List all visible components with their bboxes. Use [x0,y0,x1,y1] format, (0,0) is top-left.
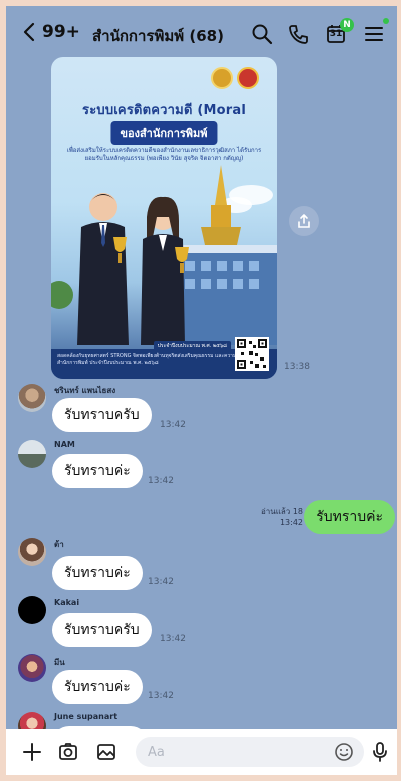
sender-name: มีน [54,658,65,667]
sender-name: ชรินทร์ แพนไธสง [54,386,116,395]
message-time: 13:42 [160,420,186,430]
search-icon [252,24,273,45]
sender-name: ต้า [54,540,64,549]
add-button[interactable] [20,740,44,764]
qr-code-icon [235,337,269,371]
message-time: 13:42 [148,476,174,486]
message-time: 13:42 [148,577,174,587]
avatar[interactable] [18,596,46,624]
image-icon [97,744,115,760]
sender-name: NAM [54,440,75,449]
camera-icon [59,743,77,760]
message-bubble[interactable]: รับทราบครับ [52,398,152,432]
chat-header: 99+ สำนักการพิมพ์ (68) 31 N [6,6,397,62]
poster-subtitle: ของสำนักการพิมพ์ [110,121,218,145]
phone-icon [289,25,308,44]
menu-button[interactable] [362,18,389,46]
camera-button[interactable] [56,740,80,764]
chevron-left-icon [23,22,35,42]
calendar-badge: N [340,18,354,32]
message-time: 13:42 [279,518,303,527]
back-button[interactable]: 99+ [22,22,80,42]
message-input[interactable] [136,737,364,767]
message-bubble[interactable]: รับทราบค่ะ [52,454,143,488]
avatar[interactable] [18,384,46,412]
my-message-bubble[interactable]: รับทราบค่ะ [304,500,395,534]
read-count: อ่านแล้ว 18 [260,507,303,516]
emblem-icon [237,67,259,89]
avatar[interactable] [18,440,46,468]
message-bubble[interactable]: รับทราบค่ะ [52,670,143,704]
poster-image-message[interactable]: ระบบเครดิตความดี (Moral Credit) ของสำนัก… [51,57,277,379]
image-button[interactable] [94,740,118,764]
share-button[interactable] [289,206,319,236]
message-bubble[interactable]: รับทราบค่ะ [52,556,143,590]
call-button[interactable] [286,22,310,46]
calendar-button[interactable]: 31 N [324,18,354,46]
unread-count: 99+ [42,22,80,42]
read-receipt: อ่านแล้ว 18 13:42 [261,506,303,528]
logo-icon [211,67,233,89]
poster-description: เพื่อส่งเสริมให้ระบบเครดิตความดีของสำนัก… [66,147,262,162]
avatar[interactable] [18,654,46,682]
message-time: 13:42 [160,634,186,644]
microphone-icon [373,742,387,762]
notification-dot [383,18,389,24]
sender-name: Kakai [54,598,80,607]
emoji-icon[interactable] [334,742,354,762]
chat-screen: 99+ สำนักการพิมพ์ (68) 31 N ระบบเครดิตคว… [6,6,397,775]
message-bubble[interactable]: รับทราบครับ [52,613,152,647]
avatar[interactable] [18,538,46,566]
message-input-bar [6,729,397,775]
poster-illustration [51,165,277,345]
voice-button[interactable] [368,740,392,764]
sender-name: June supanart [54,712,118,721]
chat-title[interactable]: สำนักการพิมพ์ (68) [92,24,224,48]
poster-time: 13:38 [284,362,310,372]
search-button[interactable] [250,22,274,46]
share-icon [298,214,310,228]
message-time: 13:42 [148,691,174,701]
plus-icon [23,743,41,761]
menu-icon [365,27,383,41]
